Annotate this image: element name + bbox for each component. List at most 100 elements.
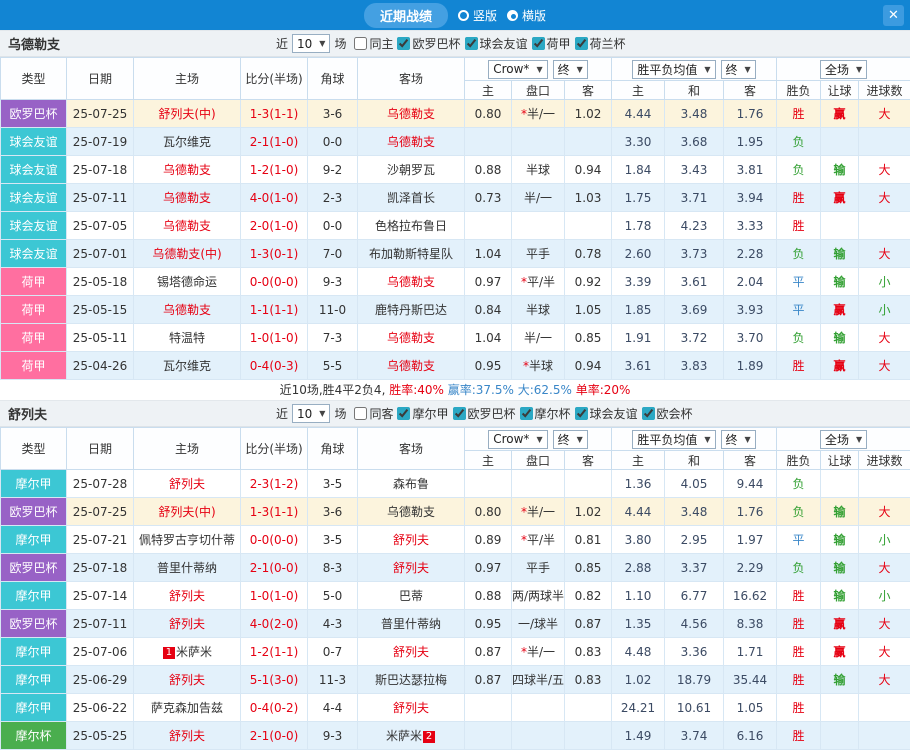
corner-score: 7-3	[308, 324, 358, 352]
chevron-down-icon: ▼	[536, 435, 542, 444]
result-cell: 胜	[777, 212, 821, 240]
col-home: 主场	[134, 428, 241, 470]
filter-option[interactable]: 摩尔杯	[520, 405, 571, 422]
avg-header-group: 胜平负均值 ▼ 终 ▼	[612, 58, 777, 81]
filter-option[interactable]: 球会友谊	[465, 35, 528, 52]
match-row: 欧罗巴杯25-07-25舒列夫(中)1-3(1-1)3-6乌德勒支0.80*半/…	[1, 498, 910, 526]
odds-home: 1.04	[465, 324, 512, 352]
goals-cell: 小	[859, 582, 910, 610]
away-team: 森布鲁	[358, 470, 465, 498]
home-team: 舒列夫	[134, 722, 241, 750]
odds-company-select[interactable]: Crow* ▼	[488, 430, 547, 449]
match-count-select[interactable]: 10 ▼	[292, 404, 330, 423]
result-cell: 胜	[777, 100, 821, 128]
filter-checkbox[interactable]	[453, 407, 466, 420]
goals-cell	[859, 694, 910, 722]
corner-score: 9-3	[308, 722, 358, 750]
chevron-down-icon: ▼	[536, 65, 542, 74]
layout-radio-vertical[interactable]: 竖版	[458, 7, 497, 24]
odds-home	[465, 694, 512, 722]
filter-option[interactable]: 欧罗巴杯	[397, 35, 460, 52]
filter-checkbox[interactable]	[354, 407, 367, 420]
radio-icon[interactable]	[507, 10, 518, 21]
radio-label-text: 横版	[522, 7, 546, 24]
avg-time-value: 终	[726, 61, 738, 78]
odds-away: 0.94	[565, 352, 612, 380]
corner-score: 11-3	[308, 666, 358, 694]
avg-away: 9.44	[724, 470, 777, 498]
layout-radio-horizontal[interactable]: 横版	[507, 7, 546, 24]
filter-checkbox[interactable]	[532, 37, 545, 50]
avg-away: 1.89	[724, 352, 777, 380]
filter-checkbox[interactable]	[642, 407, 655, 420]
filter-checkbox[interactable]	[397, 407, 410, 420]
scope-select[interactable]: 全场 ▼	[820, 430, 867, 449]
avg-odds-value: 胜平负均值	[637, 431, 697, 448]
filter-option[interactable]: 球会友谊	[575, 405, 638, 422]
col-result: 胜负	[777, 81, 821, 100]
corner-score: 3-6	[308, 100, 358, 128]
filter-checkbox[interactable]	[354, 37, 367, 50]
match-score: 2-1(0-0)	[241, 554, 308, 582]
avg-away: 2.29	[724, 554, 777, 582]
avg-home: 24.21	[612, 694, 665, 722]
avg-home: 1.02	[612, 666, 665, 694]
match-count-select[interactable]: 10 ▼	[292, 34, 330, 53]
team-link: 舒列夫	[393, 561, 429, 575]
filter-option[interactable]: 荷兰杯	[575, 35, 626, 52]
match-date: 25-07-11	[67, 610, 134, 638]
match-score: 2-1(0-0)	[241, 722, 308, 750]
scope-select[interactable]: 全场 ▼	[820, 60, 867, 79]
avg-odds-select[interactable]: 胜平负均值 ▼	[632, 60, 715, 79]
match-date: 25-06-22	[67, 694, 134, 722]
filter-checkbox-group: 同主欧罗巴杯球会友谊荷甲荷兰杯	[350, 35, 625, 52]
home-team: 舒列夫	[134, 582, 241, 610]
avg-home: 4.48	[612, 638, 665, 666]
avg-home: 1.85	[612, 296, 665, 324]
radio-icon[interactable]	[458, 10, 469, 21]
match-date: 25-07-01	[67, 240, 134, 268]
odds-home	[465, 470, 512, 498]
odds-time-select[interactable]: 终 ▼	[553, 60, 588, 79]
avg-time-select[interactable]: 终 ▼	[721, 60, 756, 79]
away-team: 舒列夫	[358, 526, 465, 554]
odds-company-select[interactable]: Crow* ▼	[488, 60, 547, 79]
filter-option[interactable]: 荷甲	[532, 35, 571, 52]
close-icon[interactable]: ✕	[883, 5, 904, 26]
filter-checkbox[interactable]	[520, 407, 533, 420]
handicap-cell: 输	[821, 666, 859, 694]
avg-draw: 3.74	[665, 722, 724, 750]
col-avg-home: 主	[612, 81, 665, 100]
odds-header-group: Crow* ▼ 终 ▼	[465, 428, 612, 451]
live-star-icon: *	[521, 505, 527, 519]
odds-time-select[interactable]: 终 ▼	[553, 430, 588, 449]
odds-line: *半/一	[512, 638, 565, 666]
col-odds-away: 客	[565, 451, 612, 470]
col-corner: 角球	[308, 428, 358, 470]
filter-option[interactable]: 同客	[354, 405, 393, 422]
result-cell: 平	[777, 296, 821, 324]
filter-option[interactable]: 同主	[354, 35, 393, 52]
avg-home: 1.84	[612, 156, 665, 184]
avg-draw: 3.36	[665, 638, 724, 666]
match-row: 摩尔甲25-07-14舒列夫1-0(1-0)5-0巴蒂0.88两/两球半0.82…	[1, 582, 910, 610]
avg-draw: 3.71	[665, 184, 724, 212]
avg-draw: 3.68	[665, 128, 724, 156]
filter-option[interactable]: 摩尔甲	[397, 405, 448, 422]
filter-checkbox[interactable]	[575, 37, 588, 50]
match-date: 25-07-28	[67, 470, 134, 498]
filter-checkbox[interactable]	[465, 37, 478, 50]
filter-option[interactable]: 欧罗巴杯	[453, 405, 516, 422]
filter-checkbox[interactable]	[397, 37, 410, 50]
odds-away: 0.92	[565, 268, 612, 296]
match-score: 2-1(1-0)	[241, 128, 308, 156]
filter-checkbox[interactable]	[575, 407, 588, 420]
team-link: 乌德勒支	[387, 359, 435, 373]
filter-option[interactable]: 欧会杯	[642, 405, 693, 422]
match-count-value: 10	[297, 37, 312, 51]
avg-time-select[interactable]: 终 ▼	[721, 430, 756, 449]
chevron-down-icon: ▼	[319, 39, 325, 48]
odds-home: 0.95	[465, 352, 512, 380]
avg-odds-select[interactable]: 胜平负均值 ▼	[632, 430, 715, 449]
team-link: 巴蒂	[399, 589, 423, 603]
